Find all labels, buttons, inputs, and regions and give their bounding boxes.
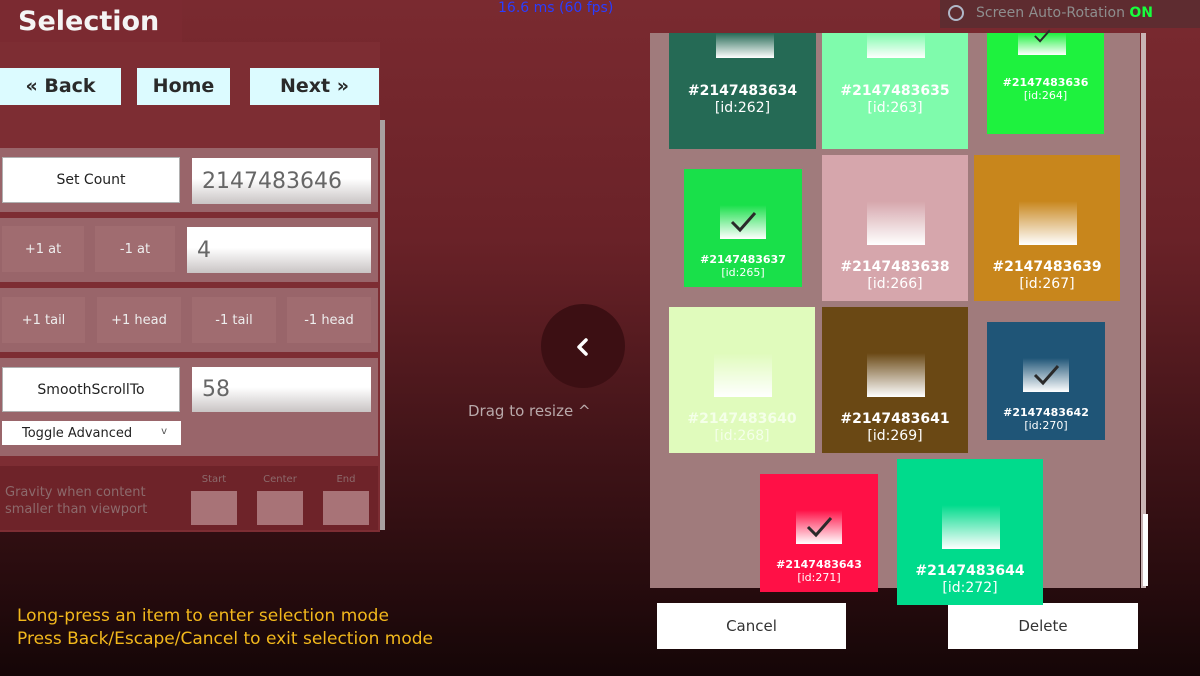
item-label: #2147483637 [id:265] [684, 253, 802, 279]
item-thumbnail [867, 201, 925, 245]
toggle-advanced-label: Toggle Advanced [22, 425, 133, 441]
rotation-label: Screen Auto-Rotation [976, 5, 1125, 21]
auto-rotation-toggle[interactable]: Screen Auto-Rotation ON [940, 0, 1200, 28]
fps-counter: 16.6 ms (60 fps) [498, 0, 614, 16]
minus-one-at-button[interactable]: -1 at [95, 226, 175, 272]
hint-long-press: Long-press an item to enter selection mo… [17, 606, 389, 626]
chevron-left-icon [577, 338, 588, 356]
grid-item[interactable]: #2147483638 [id:266] [822, 155, 968, 301]
item-number: #2147483635 [840, 83, 950, 99]
delete-button[interactable]: Delete [948, 603, 1138, 649]
position-input[interactable] [187, 227, 371, 273]
minus-one-head-button[interactable]: -1 head [287, 297, 371, 343]
item-thumbnail [942, 505, 1000, 549]
item-id: [id:263] [867, 99, 923, 116]
item-id: [id:262] [714, 99, 771, 116]
gravity-center-label: Center [263, 474, 297, 485]
gravity-center-radio[interactable] [257, 491, 303, 525]
drag-to-resize-label: Drag to resize ^ [468, 402, 591, 420]
checkmark-icon [1033, 365, 1060, 386]
count-input[interactable] [192, 158, 371, 204]
item-label: #2147483644 [id:272] [897, 563, 1043, 597]
item-label: #2147483634 [id:262] [669, 83, 816, 117]
item-number: #2147483637 [700, 253, 786, 266]
item-thumbnail [714, 353, 772, 397]
item-number: #2147483640 [687, 411, 797, 427]
grid-item[interactable]: #2147483641 [id:269] [822, 307, 968, 453]
item-number: #2147483634 [687, 83, 798, 99]
item-label: #2147483638 [id:266] [822, 259, 968, 293]
item-number: #2147483641 [840, 411, 950, 427]
checkmark-icon [1034, 29, 1051, 43]
grid-item[interactable]: #2147483640 [id:268] [669, 307, 815, 453]
set-count-button[interactable]: Set Count [2, 157, 180, 203]
grid-scrollbar-thumb[interactable] [1143, 514, 1148, 586]
item-thumbnail [867, 33, 925, 58]
gravity-end-radio[interactable] [323, 491, 369, 525]
controls-panel [0, 42, 380, 532]
grid-item[interactable]: #2147483644 [id:272] [897, 459, 1043, 605]
back-button[interactable]: « Back [0, 68, 121, 105]
smooth-scroll-button[interactable]: SmoothScrollTo [2, 367, 180, 412]
page-title: Selection [18, 6, 160, 37]
grid-item[interactable]: #2147483635 [id:263] [822, 33, 968, 149]
checkmark-icon [730, 212, 757, 233]
item-id: [id:267] [1019, 275, 1075, 292]
gravity-start-label: Start [201, 474, 227, 485]
toggle-advanced-button[interactable]: Toggle Advanced v [2, 421, 181, 445]
item-number: #2147483638 [840, 259, 950, 275]
grid-scrollbar[interactable] [1141, 33, 1146, 588]
grid-item[interactable]: #2147483642 [id:270] [987, 322, 1105, 440]
item-number: #2147483644 [915, 563, 1025, 579]
item-id: [id:268] [714, 427, 770, 444]
item-id: [id:269] [867, 427, 923, 444]
item-label: #2147483640 [id:268] [669, 411, 815, 445]
hint-exit-selection: Press Back/Escape/Cancel to exit selecti… [17, 629, 433, 649]
plus-one-tail-button[interactable]: +1 tail [2, 297, 85, 343]
item-id: [id:264] [1023, 89, 1068, 103]
home-button[interactable]: Home [137, 68, 230, 105]
panel-scrollbar[interactable] [380, 120, 385, 530]
rotate-icon [948, 5, 964, 21]
item-label: #2147483642 [id:270] [987, 406, 1105, 432]
item-id: [id:266] [867, 275, 923, 292]
item-number: #2147483643 [776, 558, 862, 571]
item-id: [id:270] [1024, 419, 1068, 433]
item-label: #2147483643 [id:271] [760, 558, 878, 584]
plus-one-head-button[interactable]: +1 head [97, 297, 181, 343]
item-label: #2147483635 [id:263] [822, 83, 968, 117]
grid-item[interactable]: #2147483639 [id:267] [974, 155, 1120, 301]
item-number: #2147483642 [1003, 406, 1089, 419]
checkmark-icon [806, 517, 833, 538]
gravity-start-radio[interactable] [191, 491, 237, 525]
item-label: #2147483641 [id:269] [822, 411, 968, 445]
grid-item[interactable]: #2147483634 [id:262] [669, 33, 816, 149]
item-thumbnail [716, 33, 774, 58]
gravity-label: Gravity when content smaller than viewpo… [5, 485, 148, 517]
item-thumbnail [1019, 201, 1077, 245]
item-number: #2147483636 [1002, 76, 1089, 89]
resize-handle[interactable] [541, 304, 625, 388]
plus-one-at-button[interactable]: +1 at [2, 226, 84, 272]
item-id: [id:265] [721, 266, 765, 280]
item-thumbnail [867, 353, 925, 397]
item-number: #2147483639 [992, 259, 1102, 275]
cancel-button[interactable]: Cancel [657, 603, 846, 649]
minus-one-tail-button[interactable]: -1 tail [192, 297, 276, 343]
item-label: #2147483639 [id:267] [974, 259, 1120, 293]
grid-item[interactable]: #2147483637 [id:265] [684, 169, 802, 287]
grid-item[interactable]: #2147483643 [id:271] [760, 474, 878, 592]
gravity-end-label: End [336, 474, 356, 485]
item-label: #2147483636 [id:264] [987, 76, 1104, 102]
item-id: [id:271] [797, 571, 841, 585]
rotation-state: ON [1129, 5, 1154, 21]
chevron-down-icon: v [161, 426, 167, 437]
scroll-position-input[interactable] [192, 367, 371, 412]
grid-item[interactable]: #2147483636 [id:264] [987, 29, 1104, 134]
next-button[interactable]: Next » [250, 68, 379, 105]
item-id: [id:272] [942, 579, 998, 596]
